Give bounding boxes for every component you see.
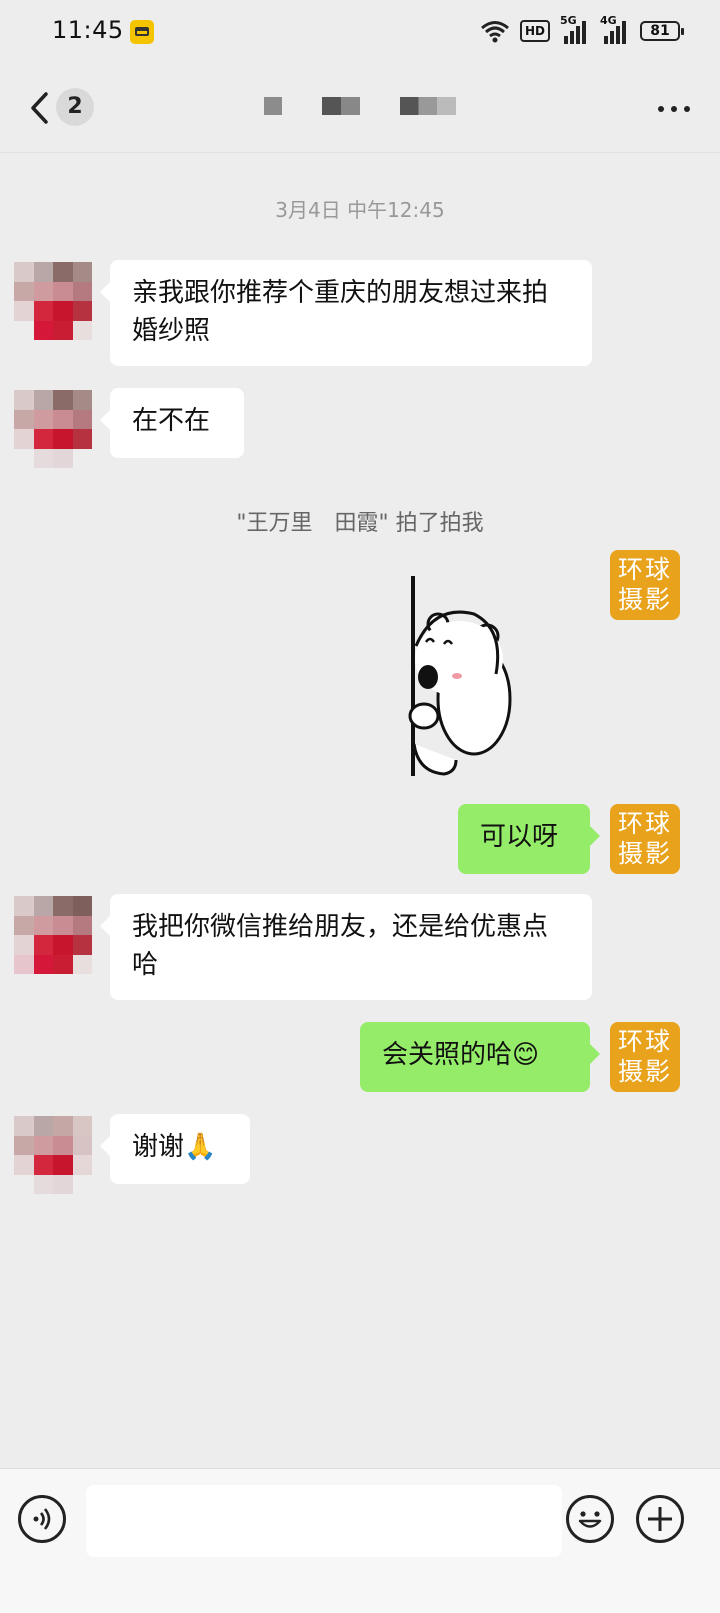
notification-app-icon <box>130 20 154 44</box>
battery-icon: 81 <box>640 21 684 41</box>
message-bubble-received[interactable]: 谢谢🙏 <box>100 1114 250 1184</box>
status-bar: 11:45 HD 5G 4G 81 <box>0 0 720 66</box>
unread-count-badge[interactable]: 2 <box>56 88 94 126</box>
status-time: 11:45 <box>52 16 124 44</box>
status-icons: HD 5G 4G 81 <box>480 14 684 44</box>
avatar[interactable] <box>14 1116 92 1194</box>
wifi-icon <box>481 21 509 43</box>
pat-notice: "王万里 田霞" 拍了拍我 <box>236 511 484 536</box>
message-bubble-received[interactable]: 在不在 <box>100 388 244 458</box>
signal-4g-icon: 4G <box>600 14 630 44</box>
message-timestamp: 3月4日 中午12:45 <box>275 198 445 222</box>
hd-badge: HD <box>519 20 550 42</box>
message-bubble-sent[interactable]: 会关照的哈😊 <box>360 1022 600 1092</box>
chevron-left-icon[interactable] <box>26 88 54 128</box>
input-bar <box>0 1468 720 1613</box>
message-bubble-received[interactable]: 我把你微信推给朋友，还是给优惠点哈 <box>100 894 592 1000</box>
avatar[interactable] <box>14 896 92 974</box>
message-input[interactable] <box>86 1485 562 1557</box>
plus-icon[interactable] <box>636 1495 684 1543</box>
chat-header: 2 <box>0 66 720 153</box>
bear-peeking-sticker[interactable] <box>404 574 514 778</box>
signal-5g-icon: 5G <box>560 14 590 44</box>
my-avatar[interactable]: 环球 摄影 <box>610 804 680 874</box>
avatar[interactable] <box>14 390 92 468</box>
more-dots-icon[interactable] <box>658 106 690 112</box>
emoji-icon[interactable] <box>566 1495 614 1543</box>
message-bubble-received[interactable]: 亲我跟你推荐个重庆的朋友想过来拍婚纱照 <box>100 260 592 366</box>
chat-title-redacted <box>264 97 456 115</box>
avatar[interactable] <box>14 262 92 340</box>
voice-icon[interactable] <box>18 1495 66 1543</box>
message-bubble-sent[interactable]: 可以呀 <box>458 804 600 874</box>
my-avatar[interactable]: 环球 摄影 <box>610 550 680 620</box>
my-avatar[interactable]: 环球 摄影 <box>610 1022 680 1092</box>
